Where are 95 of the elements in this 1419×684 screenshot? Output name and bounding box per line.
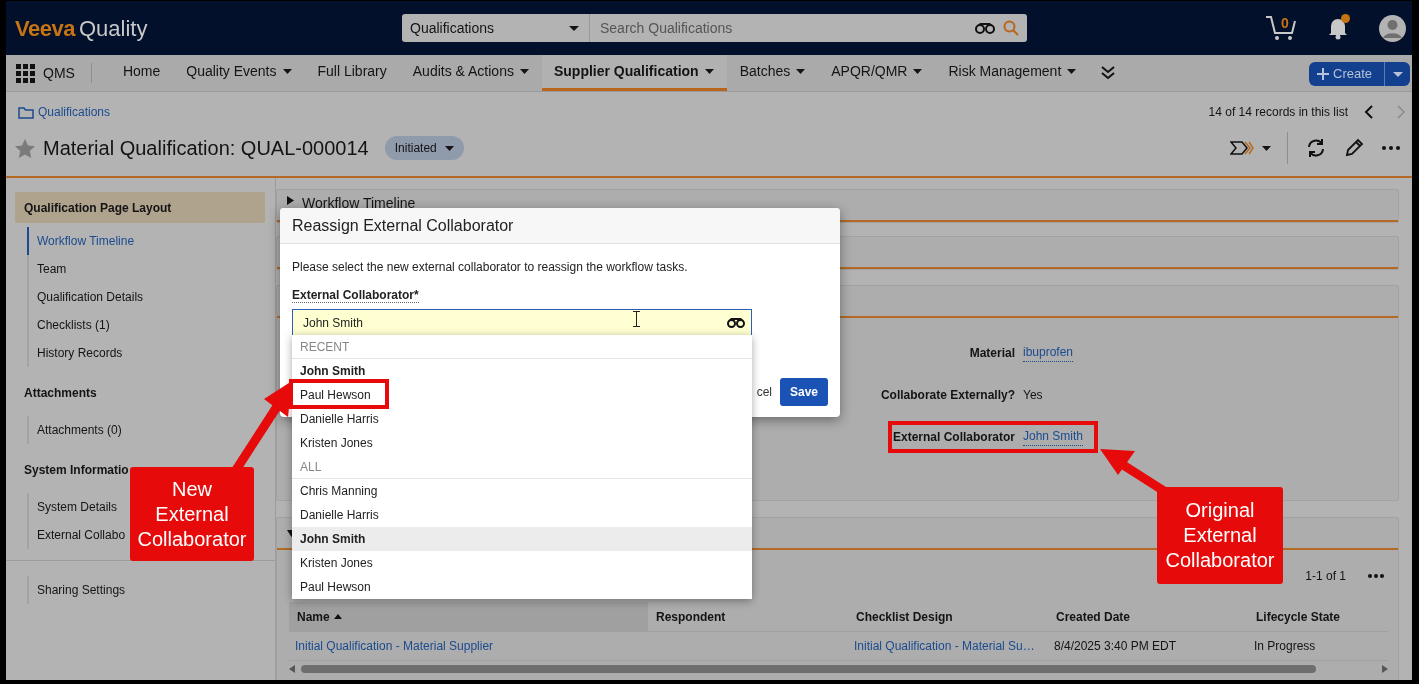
nav-tab[interactable]: Batches bbox=[726, 55, 819, 91]
previous-icon[interactable] bbox=[1364, 105, 1373, 119]
cart-count: 0 bbox=[1281, 14, 1289, 33]
scroll-right-icon[interactable] bbox=[1382, 665, 1388, 673]
column-header[interactable]: Created Date bbox=[1048, 602, 1248, 632]
search-field[interactable]: Search Qualifications bbox=[590, 14, 1027, 42]
more-icon[interactable] bbox=[1382, 146, 1400, 150]
caret-icon bbox=[1392, 72, 1403, 78]
callout-label: New External Collaborator bbox=[130, 467, 254, 561]
dialog-message: Please select the new external collaborator to reassign the workflow tasks. bbox=[291, 259, 689, 276]
dropdown-option[interactable]: Danielle Harris bbox=[292, 407, 752, 431]
sidebar-item[interactable]: Workflow Timeline bbox=[27, 227, 135, 255]
save-button[interactable]: Save bbox=[779, 378, 828, 406]
column-header[interactable]: Respondent bbox=[648, 602, 848, 632]
sidebar-item[interactable]: Team bbox=[27, 255, 67, 283]
app-menu[interactable]: QMS bbox=[16, 63, 92, 83]
dropdown-option[interactable]: John Smith bbox=[292, 527, 752, 551]
refresh-icon[interactable] bbox=[1306, 138, 1326, 158]
record-position: 14 of 14 records in this list bbox=[1208, 104, 1348, 121]
cart-icon bbox=[1265, 15, 1297, 41]
bell-icon bbox=[1327, 16, 1349, 40]
notifications-button[interactable] bbox=[1327, 16, 1349, 40]
search-field[interactable]: Search Qualifications bbox=[598, 16, 967, 40]
sidebar-item[interactable]: System Details bbox=[27, 493, 118, 521]
logo-product: Quality bbox=[78, 14, 148, 43]
cancel-button[interactable]: cel bbox=[756, 383, 772, 401]
create-menu-button[interactable] bbox=[1384, 62, 1410, 86]
dialog-title: Reassign External Collaborator bbox=[292, 215, 514, 236]
dropdown-option[interactable]: Kristen Jones bbox=[292, 551, 752, 575]
dropdown-option[interactable]: Kristen Jones bbox=[292, 431, 752, 455]
callout-label: Original External Collaborator bbox=[1157, 487, 1283, 584]
collapsed-icon[interactable] bbox=[287, 196, 294, 205]
field-value-link[interactable]: John Smith bbox=[1023, 427, 1084, 446]
stages-icon bbox=[1230, 140, 1254, 156]
scrollbar-thumb[interactable] bbox=[301, 665, 1316, 673]
column-header[interactable]: Lifecycle State bbox=[1248, 602, 1388, 632]
nav-tab[interactable]: Audits & Actions bbox=[399, 55, 542, 91]
binoculars-icon[interactable] bbox=[975, 22, 995, 34]
field-label: Collaborate Externally? bbox=[880, 386, 1015, 404]
sidebar-section-title: System Informatio bbox=[23, 461, 130, 479]
collaborator-field[interactable]: John Smith bbox=[292, 309, 752, 336]
binoculars-icon[interactable] bbox=[727, 317, 745, 328]
folder-icon bbox=[18, 105, 34, 119]
table-cell-text: In Progress bbox=[1253, 638, 1317, 655]
logo-brand: Veeva bbox=[15, 14, 75, 43]
more-tabs-icon[interactable] bbox=[1101, 66, 1116, 80]
sidebar-section-title: Qualification Page Layout bbox=[15, 192, 265, 223]
field-label: Material bbox=[969, 344, 1015, 362]
sidebar-item[interactable]: Checklists (1) bbox=[27, 311, 110, 339]
sidebar-item[interactable]: Qualification Details bbox=[27, 283, 144, 311]
sidebar-section-title: Attachments bbox=[23, 384, 98, 402]
caret-icon bbox=[1262, 145, 1271, 151]
nav-tab[interactable]: Supplier Qualification bbox=[541, 55, 727, 91]
section-title: Workflow Timeline bbox=[302, 196, 416, 210]
nav-tab[interactable]: APQR/QMR bbox=[818, 55, 936, 91]
sort-ascending-icon bbox=[333, 614, 342, 619]
sidebar-item[interactable]: History Records bbox=[27, 339, 123, 367]
dropdown-option[interactable]: Danielle Harris bbox=[292, 503, 752, 527]
dropdown-option[interactable]: Chris Manning bbox=[292, 479, 752, 503]
table-cell-link[interactable]: Initial Qualification - Material Supplier bbox=[295, 637, 494, 655]
cart-button[interactable]: 0 bbox=[1265, 15, 1297, 41]
record-title: Material Qualification: QUAL-000014 bbox=[43, 136, 369, 161]
caret-icon bbox=[569, 25, 579, 31]
sidebar-item[interactable]: Attachments (0) bbox=[27, 416, 122, 444]
search-scope-select[interactable]: Qualifications bbox=[402, 14, 590, 42]
plus-icon bbox=[1317, 68, 1329, 80]
text-cursor-icon bbox=[633, 311, 640, 327]
star-icon[interactable] bbox=[15, 138, 35, 158]
field-label: External Collaborator* bbox=[292, 288, 419, 303]
dropdown-option[interactable]: Paul Hewson bbox=[292, 575, 752, 599]
scroll-left-icon[interactable] bbox=[289, 665, 295, 673]
workflow-actions-button[interactable] bbox=[1230, 132, 1288, 164]
more-icon[interactable] bbox=[1368, 574, 1384, 578]
nav-tab[interactable]: Home bbox=[109, 55, 174, 91]
breadcrumb-link[interactable]: Qualifications bbox=[18, 103, 111, 121]
create-button[interactable]: Create bbox=[1309, 62, 1384, 86]
column-header[interactable]: Checklist Design bbox=[848, 602, 1048, 632]
nav-tab[interactable]: Risk Management bbox=[935, 55, 1090, 91]
sidebar-item[interactable]: External Collabo bbox=[27, 521, 126, 549]
nav-tab[interactable]: Full Library bbox=[304, 55, 400, 91]
nav-tab[interactable]: Quality Events bbox=[173, 55, 305, 91]
field-value-link[interactable]: ibuprofen bbox=[1023, 343, 1074, 362]
avatar-icon[interactable] bbox=[1379, 14, 1406, 42]
edit-icon[interactable] bbox=[1344, 138, 1364, 158]
caret-icon bbox=[444, 145, 454, 151]
state-button[interactable]: Initiated bbox=[384, 136, 464, 160]
collaborator-field[interactable]: John Smith bbox=[301, 312, 727, 333]
field-value: Yes bbox=[1023, 386, 1043, 404]
grid-icon bbox=[16, 63, 35, 83]
pagination-count: 1-1 of 1 bbox=[1305, 568, 1346, 585]
table-cell-link[interactable]: Initial Qualification - Material Su… bbox=[854, 637, 1035, 655]
table-cell-text: 8/4/2025 3:40 PM EDT bbox=[1053, 638, 1178, 655]
sidebar-item[interactable]: Sharing Settings bbox=[27, 576, 126, 604]
field-label: External Collaborator bbox=[892, 428, 1015, 446]
column-header[interactable]: Name bbox=[289, 602, 648, 632]
